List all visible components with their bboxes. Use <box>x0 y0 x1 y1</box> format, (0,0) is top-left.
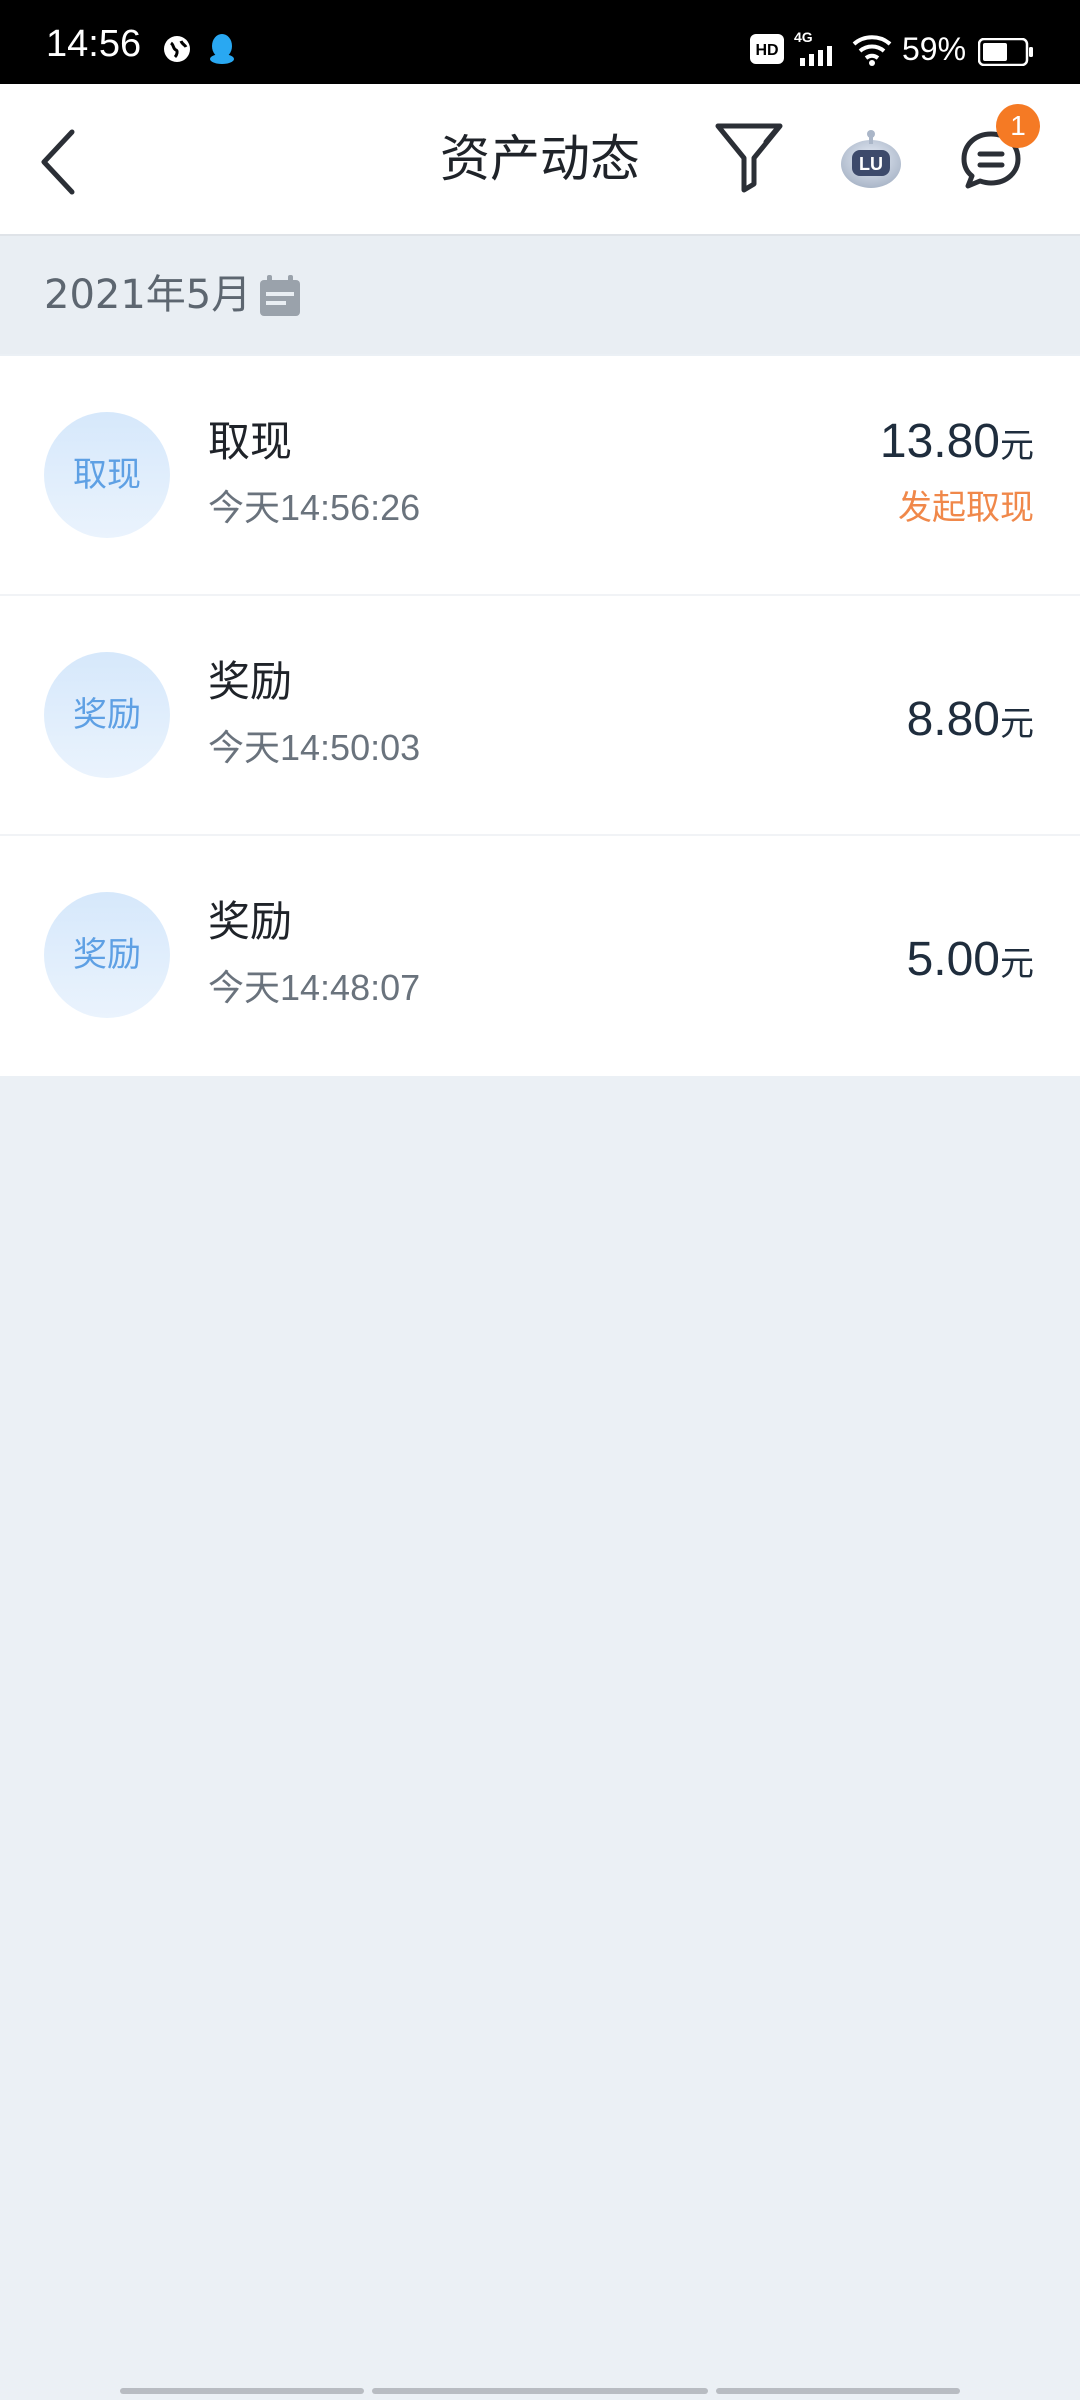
wifi-icon <box>852 35 892 66</box>
back-button[interactable] <box>30 122 90 202</box>
amount-value: 5.00 <box>906 933 1000 986</box>
amount-unit: 元 <box>1000 704 1034 744</box>
item-title: 取现 <box>208 417 293 466</box>
nav-indicator-left[interactable] <box>120 2388 364 2394</box>
page-title: 资产动态 <box>440 130 640 188</box>
item-amount: 13.80元 <box>880 414 1034 474</box>
svg-text:4G: 4G <box>794 29 813 45</box>
hd-icon: HD <box>750 34 784 64</box>
list-item[interactable]: 奖励 奖励 今天14:50:03 8.80元 <box>0 596 1080 836</box>
type-avatar: 奖励 <box>44 892 170 1018</box>
month-label: 2021年5月 <box>44 272 252 318</box>
chevron-left-icon <box>41 129 75 195</box>
battery-icon <box>978 38 1033 66</box>
filter-icon <box>715 123 783 193</box>
item-amount: 5.00元 <box>907 932 1034 992</box>
robot-assistant-icon: LU <box>841 130 901 188</box>
app-header: 资产动态 LU 1 <box>0 84 1080 236</box>
globe-icon <box>164 36 190 62</box>
status-time: 14:56 <box>46 23 142 65</box>
list-item[interactable]: 取现 取现 今天14:56:26 13.80元 发起取现 <box>0 356 1080 596</box>
item-time: 今天14:50:03 <box>208 727 421 768</box>
transaction-list: 取现 取现 今天14:56:26 13.80元 发起取现 奖励 奖励 今天14:… <box>0 356 1080 1076</box>
battery-percent: 59% <box>902 31 967 67</box>
nav-indicator-center[interactable] <box>372 2388 708 2394</box>
svg-text:HD: HD <box>755 42 778 59</box>
list-item[interactable]: 奖励 奖励 今天14:48:07 5.00元 <box>0 836 1080 1076</box>
amount-value: 13.80 <box>879 415 1000 468</box>
filter-button[interactable] <box>712 120 786 194</box>
amount-unit: 元 <box>1000 426 1034 466</box>
item-status: 发起取现 <box>898 488 1034 528</box>
type-avatar: 取现 <box>44 412 170 538</box>
amount-unit: 元 <box>1000 944 1034 984</box>
item-time: 今天14:56:26 <box>208 487 421 528</box>
svg-text:LU: LU <box>859 154 883 174</box>
item-amount: 8.80元 <box>907 692 1034 752</box>
qq-icon <box>210 34 234 64</box>
item-title: 奖励 <box>208 897 293 946</box>
assistant-robot-button[interactable]: LU <box>836 124 906 194</box>
type-avatar: 奖励 <box>44 652 170 778</box>
signal-4g-icon: 4G <box>794 29 832 66</box>
month-filter-bar[interactable]: 2021年5月 <box>0 236 1080 354</box>
nav-indicator-right[interactable] <box>716 2388 960 2394</box>
item-title: 奖励 <box>208 657 293 706</box>
amount-value: 8.80 <box>906 693 1000 746</box>
calendar-icon[interactable] <box>258 274 302 318</box>
status-bar: 14:56 HD 4G 59% <box>0 0 1080 84</box>
message-count-badge: 1 <box>996 104 1040 148</box>
item-time: 今天14:48:07 <box>208 967 421 1008</box>
